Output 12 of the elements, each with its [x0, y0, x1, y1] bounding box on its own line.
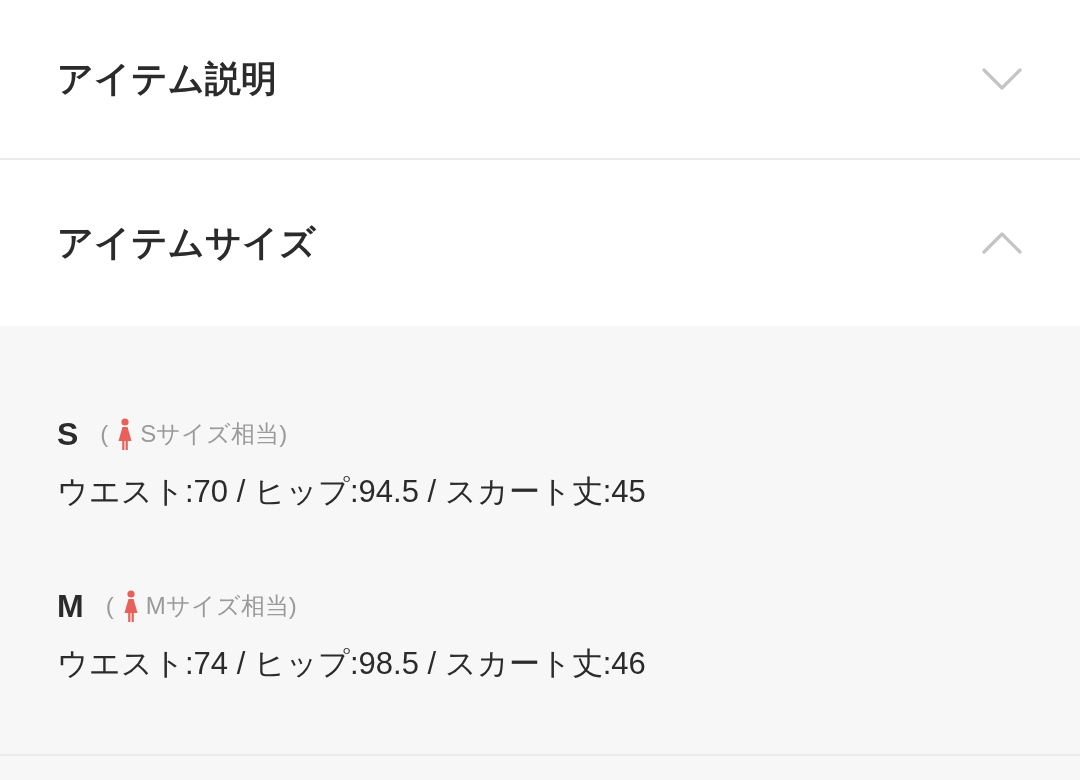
measurements-text: ウエスト:74 / ヒップ:98.5 / スカート丈:46	[57, 645, 647, 683]
size-equivalent-text: Mサイズ相当)	[145, 591, 297, 621]
woman-figure-icon	[118, 418, 133, 450]
parenthesis-text: (	[105, 591, 114, 621]
woman-figure-icon	[123, 590, 138, 622]
accordion-header[interactable]: アイテムサイズ	[0, 160, 1080, 326]
size-label: M	[57, 587, 84, 626]
measurements-text: ウエスト:70 / ヒップ:94.5 / スカート丈:45	[57, 473, 647, 511]
size-equivalent-text: Sサイズ相当)	[140, 419, 288, 449]
parenthesis-text: (	[100, 419, 109, 449]
size-label: S	[57, 415, 79, 454]
accordion-header[interactable]: アイテム説明	[0, 0, 1080, 160]
